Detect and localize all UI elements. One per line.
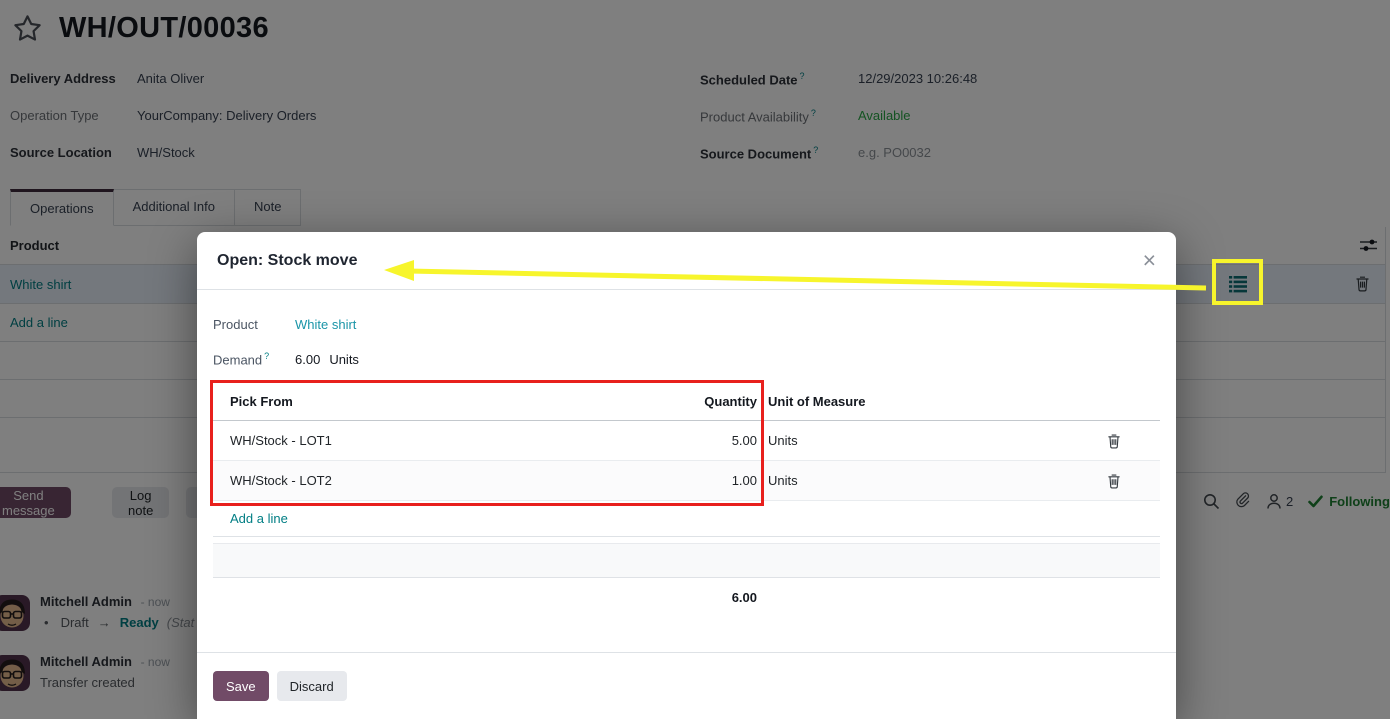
table-header-row: Pick From Quantity Unit of Measure <box>213 382 1160 421</box>
discard-button[interactable]: Discard <box>277 671 347 701</box>
dialog-title: Open: Stock move <box>217 252 357 270</box>
table-row[interactable]: WH/Stock - LOT2 1.00 Units <box>213 461 1160 501</box>
row-actions <box>1068 433 1160 450</box>
dialog-header: Open: Stock move × <box>197 232 1176 290</box>
demand-quantity[interactable]: 6.00 <box>295 352 320 367</box>
dialog-footer: Save Discard <box>197 652 1176 719</box>
column-header-quantity[interactable]: Quantity <box>593 394 757 409</box>
pick-from-cell[interactable]: WH/Stock - LOT1 <box>213 433 593 448</box>
quantity-cell[interactable]: 5.00 <box>593 433 757 448</box>
delete-row-icon[interactable] <box>1107 433 1121 448</box>
product-link[interactable]: White shirt <box>295 317 356 332</box>
dialog-body: Product White shirt Demand? 6.00 Units P… <box>197 317 1176 605</box>
modal-field-demand: Demand? 6.00 Units <box>213 351 1160 367</box>
row-actions <box>1068 473 1160 490</box>
odoo-delivery-order-screen: WH/OUT/00036 Delivery Address Anita Oliv… <box>0 0 1390 719</box>
modal-field-product: Product White shirt <box>213 317 1160 332</box>
field-label: Demand? <box>213 351 295 367</box>
uom-cell[interactable]: Units <box>757 433 1068 448</box>
help-icon: ? <box>264 351 269 361</box>
empty-row-band <box>213 543 1160 578</box>
add-a-line-link[interactable]: Add a line <box>213 501 1160 537</box>
stock-move-dialog: Open: Stock move × Product White shirt D… <box>197 232 1176 719</box>
column-header-uom[interactable]: Unit of Measure <box>757 394 1068 409</box>
column-header-pick-from[interactable]: Pick From <box>213 394 593 409</box>
table-row[interactable]: WH/Stock - LOT1 5.00 Units <box>213 421 1160 461</box>
close-icon[interactable]: × <box>1143 249 1156 272</box>
uom-cell[interactable]: Units <box>757 473 1068 488</box>
field-label: Product <box>213 317 295 332</box>
quantity-cell[interactable]: 1.00 <box>593 473 757 488</box>
pick-from-table: Pick From Quantity Unit of Measure WH/St… <box>213 382 1160 605</box>
save-button[interactable]: Save <box>213 671 269 701</box>
demand-uom: Units <box>329 352 359 367</box>
pick-from-cell[interactable]: WH/Stock - LOT2 <box>213 473 593 488</box>
delete-row-icon[interactable] <box>1107 473 1121 488</box>
quantity-total: 6.00 <box>213 590 757 605</box>
